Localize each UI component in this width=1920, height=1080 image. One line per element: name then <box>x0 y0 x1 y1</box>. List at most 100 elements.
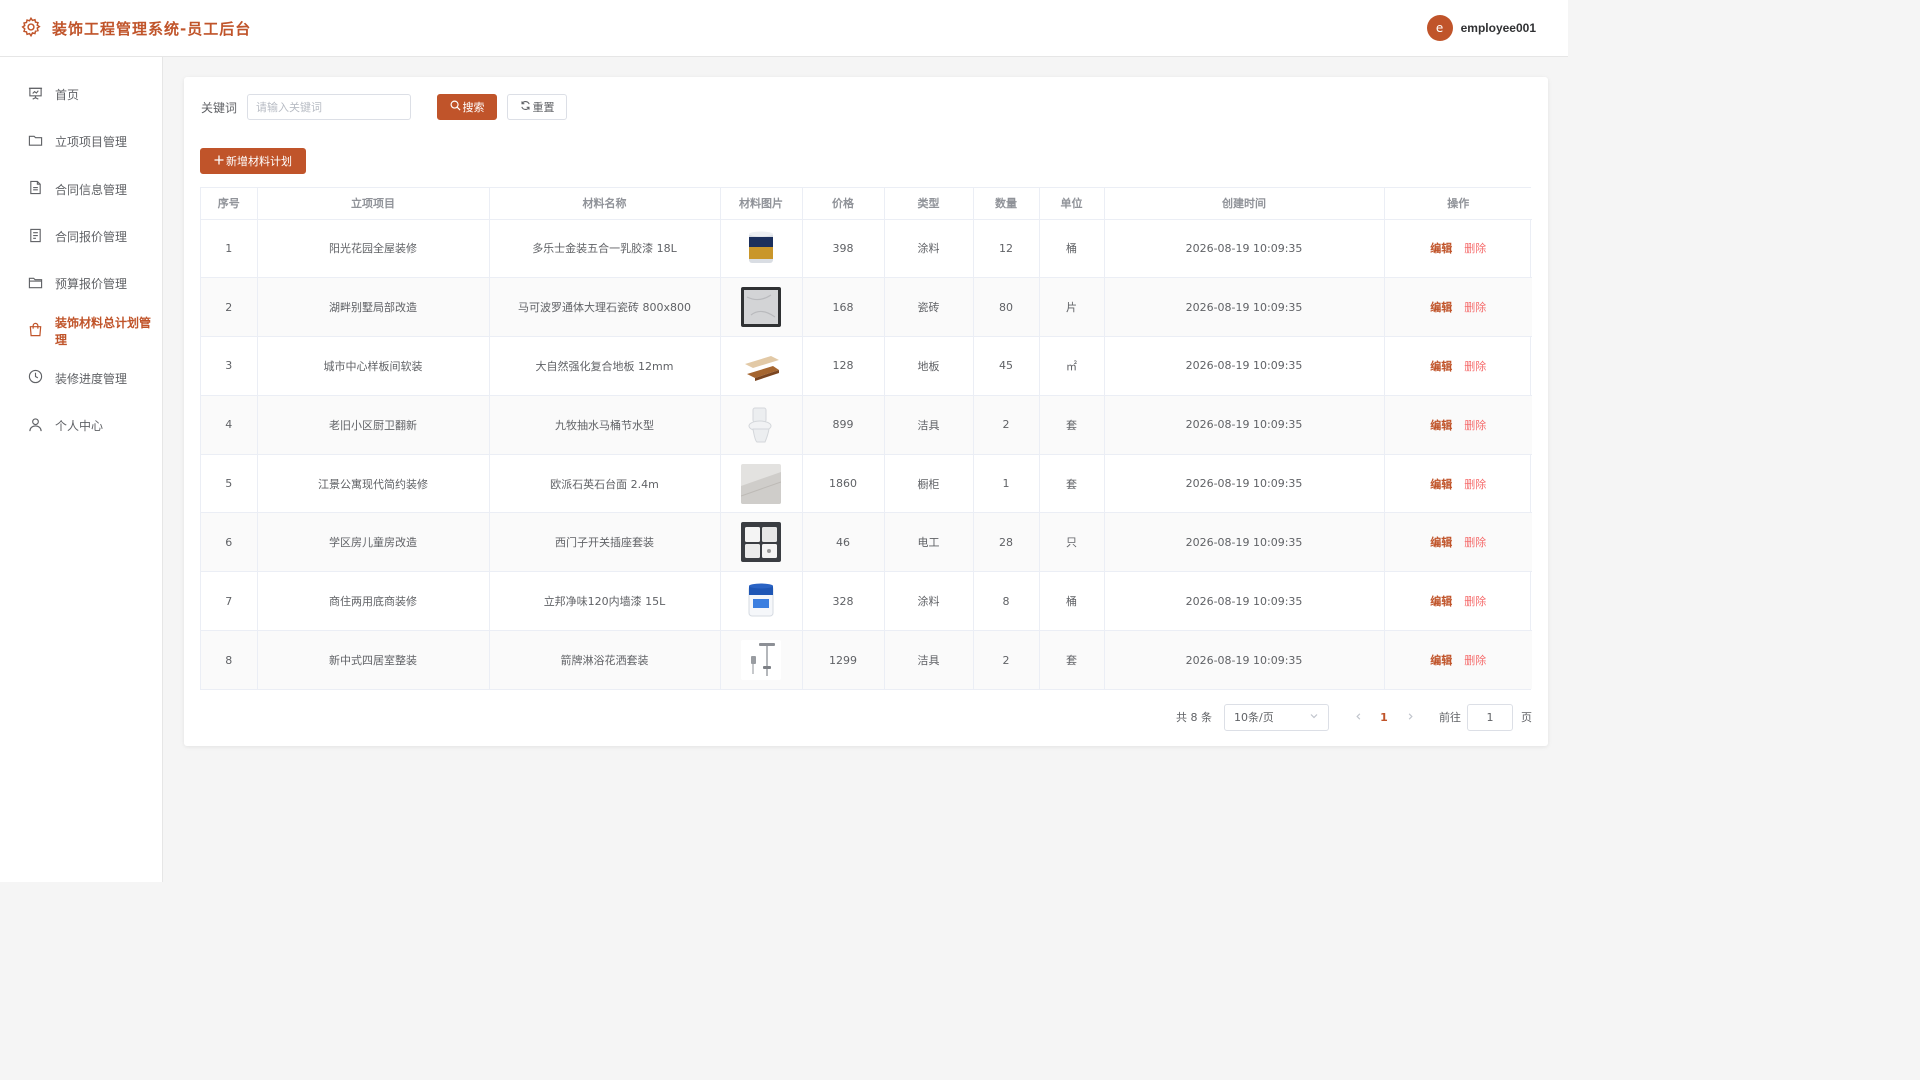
search-label: 关键词 <box>201 100 238 115</box>
chevron-right-icon <box>1408 713 1413 720</box>
cell-project: 新中式四居室整装 <box>257 630 490 690</box>
col-quantity: 数量 <box>973 188 1040 220</box>
material-image[interactable] <box>741 463 781 504</box>
sidebar-item-label: 装修进度管理 <box>55 371 128 386</box>
user-icon <box>28 417 43 435</box>
folder-open-icon <box>28 275 43 293</box>
cell-quantity: 2 <box>973 630 1040 690</box>
cell-quantity: 28 <box>973 512 1040 573</box>
cell-quantity: 1 <box>973 454 1040 514</box>
material-image[interactable] <box>741 228 781 269</box>
goto-unit: 页 <box>1521 711 1532 724</box>
cell-quantity: 8 <box>973 571 1040 632</box>
table-row: 7 商住两用底商装修 立邦净味120内墙漆 15L 328 涂料 8 桶 202… <box>201 571 1532 632</box>
edit-button[interactable]: 编辑 <box>1430 242 1452 255</box>
edit-button[interactable]: 编辑 <box>1430 595 1452 608</box>
material-plan-table: 序号 立项项目 材料名称 材料图片 价格 类型 数量 单位 创建时间 操作 1 … <box>200 187 1532 691</box>
reset-button[interactable]: 重置 <box>507 94 568 120</box>
delete-button[interactable]: 删除 <box>1464 536 1486 549</box>
cell-project: 江景公寓现代简约装修 <box>257 454 490 514</box>
cell-quantity: 45 <box>973 336 1040 396</box>
page-number-1[interactable]: 1 <box>1371 711 1397 724</box>
sidebar-item-contract-quotes[interactable]: 合同报价管理 <box>0 213 162 260</box>
search-button[interactable]: 搜索 <box>437 94 498 120</box>
cell-price: 1860 <box>802 454 885 514</box>
cell-price: 128 <box>802 336 885 396</box>
cell-index: 8 <box>201 630 258 690</box>
cell-unit: 桶 <box>1039 219 1105 279</box>
username[interactable]: employee001 <box>1461 21 1536 35</box>
sidebar-item-contracts[interactable]: 合同信息管理 <box>0 166 162 213</box>
edit-button[interactable]: 编辑 <box>1430 478 1452 491</box>
top-header: 装饰工程管理系统-员工后台 e employee001 <box>0 0 1568 57</box>
delete-button[interactable]: 删除 <box>1464 654 1486 667</box>
cell-unit: ㎡ <box>1039 336 1105 396</box>
cell-index: 5 <box>201 454 258 514</box>
shopping-bag-icon <box>28 322 43 340</box>
search-icon <box>450 100 461 114</box>
material-image[interactable] <box>741 522 781 563</box>
sidebar-item-projects[interactable]: 立项项目管理 <box>0 118 162 165</box>
cell-created: 2026-08-19 10:09:35 <box>1104 395 1385 455</box>
prev-page-button[interactable] <box>1345 710 1371 724</box>
material-image[interactable] <box>741 345 781 386</box>
sidebar-item-material-plan[interactable]: 装饰材料总计划管理 <box>0 307 162 354</box>
clock-icon <box>28 369 43 387</box>
cell-index: 2 <box>201 277 258 338</box>
search-bar: 关键词 搜索 重置 <box>201 94 568 120</box>
delete-button[interactable]: 删除 <box>1464 478 1486 491</box>
edit-button[interactable]: 编辑 <box>1430 654 1452 667</box>
add-button-label: 新增材料计划 <box>226 155 292 168</box>
edit-button[interactable]: 编辑 <box>1430 536 1452 549</box>
material-image[interactable] <box>741 287 781 328</box>
cell-material: 欧派石英石台面 2.4m <box>489 454 721 514</box>
cell-quantity: 2 <box>973 395 1040 455</box>
cell-material: 多乐士金装五合一乳胶漆 18L <box>489 219 721 279</box>
cell-material: 九牧抽水马桶节水型 <box>489 395 721 455</box>
chevron-down-icon <box>1309 711 1319 724</box>
chevron-left-icon <box>1355 713 1360 720</box>
col-index: 序号 <box>201 188 258 220</box>
page-size-value: 10条/页 <box>1234 711 1274 724</box>
search-input[interactable] <box>247 94 412 120</box>
material-image[interactable] <box>741 404 781 445</box>
material-image[interactable] <box>741 581 781 622</box>
delete-button[interactable]: 删除 <box>1464 242 1486 255</box>
add-material-plan-button[interactable]: 新增材料计划 <box>200 148 306 174</box>
next-page-button[interactable] <box>1397 710 1423 724</box>
col-unit: 单位 <box>1039 188 1105 220</box>
sidebar-item-budget-quotes[interactable]: 预算报价管理 <box>0 260 162 307</box>
cell-index: 4 <box>201 395 258 455</box>
delete-button[interactable]: 删除 <box>1464 301 1486 314</box>
edit-button[interactable]: 编辑 <box>1430 419 1452 432</box>
cell-project: 老旧小区厨卫翻新 <box>257 395 490 455</box>
user-menu[interactable]: e employee001 <box>1426 15 1536 41</box>
sidebar-item-profile[interactable]: 个人中心 <box>0 402 162 449</box>
col-price: 价格 <box>802 188 885 220</box>
pagination-total: 共 8 条 <box>1176 711 1212 724</box>
sidebar-item-progress[interactable]: 装修进度管理 <box>0 355 162 402</box>
col-image: 材料图片 <box>720 188 803 220</box>
edit-button[interactable]: 编辑 <box>1430 360 1452 373</box>
sidebar-item-label: 合同信息管理 <box>55 182 128 197</box>
delete-button[interactable]: 删除 <box>1464 595 1486 608</box>
cell-index: 3 <box>201 336 258 396</box>
document-list-icon <box>28 228 43 246</box>
col-project: 立项项目 <box>257 188 490 220</box>
cell-type: 瓷砖 <box>884 277 974 338</box>
page-size-select[interactable]: 10条/页 <box>1224 703 1329 731</box>
cell-index: 6 <box>201 512 258 573</box>
cell-created: 2026-08-19 10:09:35 <box>1104 571 1385 632</box>
delete-button[interactable]: 删除 <box>1464 360 1486 373</box>
table-row: 3 城市中心样板间软装 大自然强化复合地板 12mm 128 地板 45 ㎡ 2… <box>201 336 1532 396</box>
material-image[interactable] <box>741 640 781 681</box>
cell-price: 46 <box>802 512 885 573</box>
edit-button[interactable]: 编辑 <box>1430 301 1452 314</box>
delete-button[interactable]: 删除 <box>1464 419 1486 432</box>
sidebar-item-home[interactable]: 首页 <box>0 71 162 118</box>
cell-price: 398 <box>802 219 885 279</box>
goto-page-input[interactable] <box>1467 703 1513 731</box>
avatar[interactable]: e <box>1426 15 1453 41</box>
cell-project: 阳光花园全屋装修 <box>257 219 490 279</box>
document-icon <box>28 180 43 198</box>
